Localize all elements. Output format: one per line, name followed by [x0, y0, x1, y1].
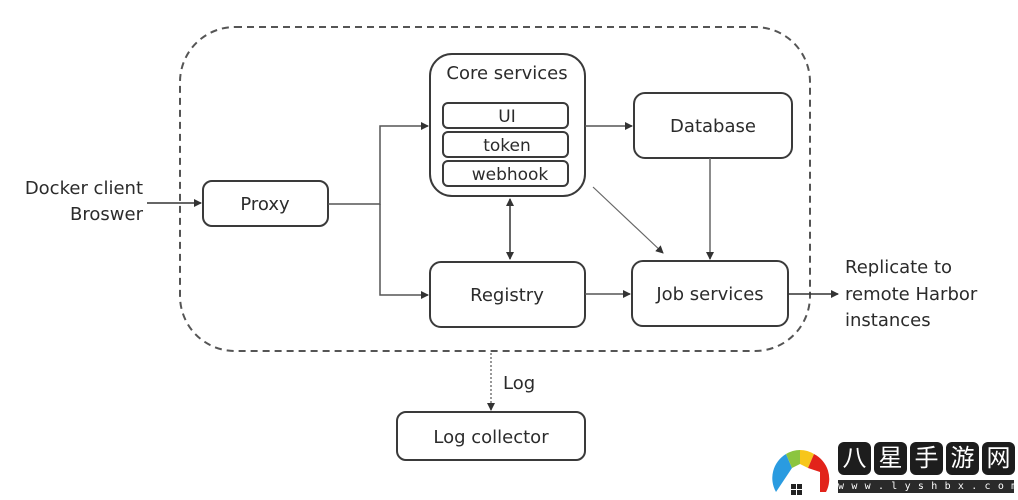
- external-output-line3: instances: [845, 310, 931, 331]
- core-component-ui-label: UI: [498, 107, 515, 127]
- database-label: Database: [670, 116, 756, 137]
- registry-node[interactable]: Registry: [429, 261, 586, 328]
- edge-core-to-jobservices: [592, 186, 664, 254]
- watermark: 八 星 手 游 网 www.lyshbx.com: [770, 440, 1018, 500]
- core-services-node[interactable]: Core services UI token webhook: [429, 53, 586, 197]
- core-component-ui[interactable]: UI: [442, 102, 569, 129]
- edge-proxy-to-core: [328, 122, 429, 205]
- external-input-line1: Docker client: [25, 178, 143, 199]
- proxy-label: Proxy: [240, 194, 290, 215]
- core-component-webhook[interactable]: webhook: [442, 160, 569, 187]
- harbor-architecture-diagram: Proxy Core services UI token webhook Dat…: [25, 26, 978, 461]
- external-output-line2: remote Harbor: [845, 284, 978, 305]
- core-component-webhook-label: webhook: [472, 165, 549, 185]
- log-collector-node[interactable]: Log collector: [396, 411, 586, 461]
- log-collector-label: Log collector: [433, 427, 549, 448]
- watermark-logo-icon: [772, 450, 830, 498]
- watermark-url: www.lyshbx.com: [838, 480, 1018, 493]
- job-services-node[interactable]: Job services: [631, 260, 789, 327]
- core-component-token[interactable]: token: [442, 131, 569, 158]
- proxy-node[interactable]: Proxy: [202, 180, 329, 227]
- core-services-title: Core services: [446, 63, 567, 84]
- job-services-label: Job services: [655, 284, 763, 305]
- registry-label: Registry: [470, 285, 544, 306]
- edge-proxy-to-registry: [379, 204, 429, 299]
- external-input-line2: Broswer: [70, 204, 144, 225]
- database-node[interactable]: Database: [633, 92, 793, 159]
- watermark-char: 网: [982, 442, 1015, 475]
- watermark-char: 星: [874, 442, 907, 475]
- watermark-char: 手: [910, 442, 943, 475]
- watermark-char: 八: [838, 442, 871, 475]
- log-edge-label: Log: [503, 373, 535, 394]
- external-output-line1: Replicate to: [845, 257, 952, 278]
- watermark-text: 八 星 手 游 网: [838, 442, 1015, 475]
- watermark-char: 游: [946, 442, 979, 475]
- core-component-token-label: token: [483, 136, 531, 156]
